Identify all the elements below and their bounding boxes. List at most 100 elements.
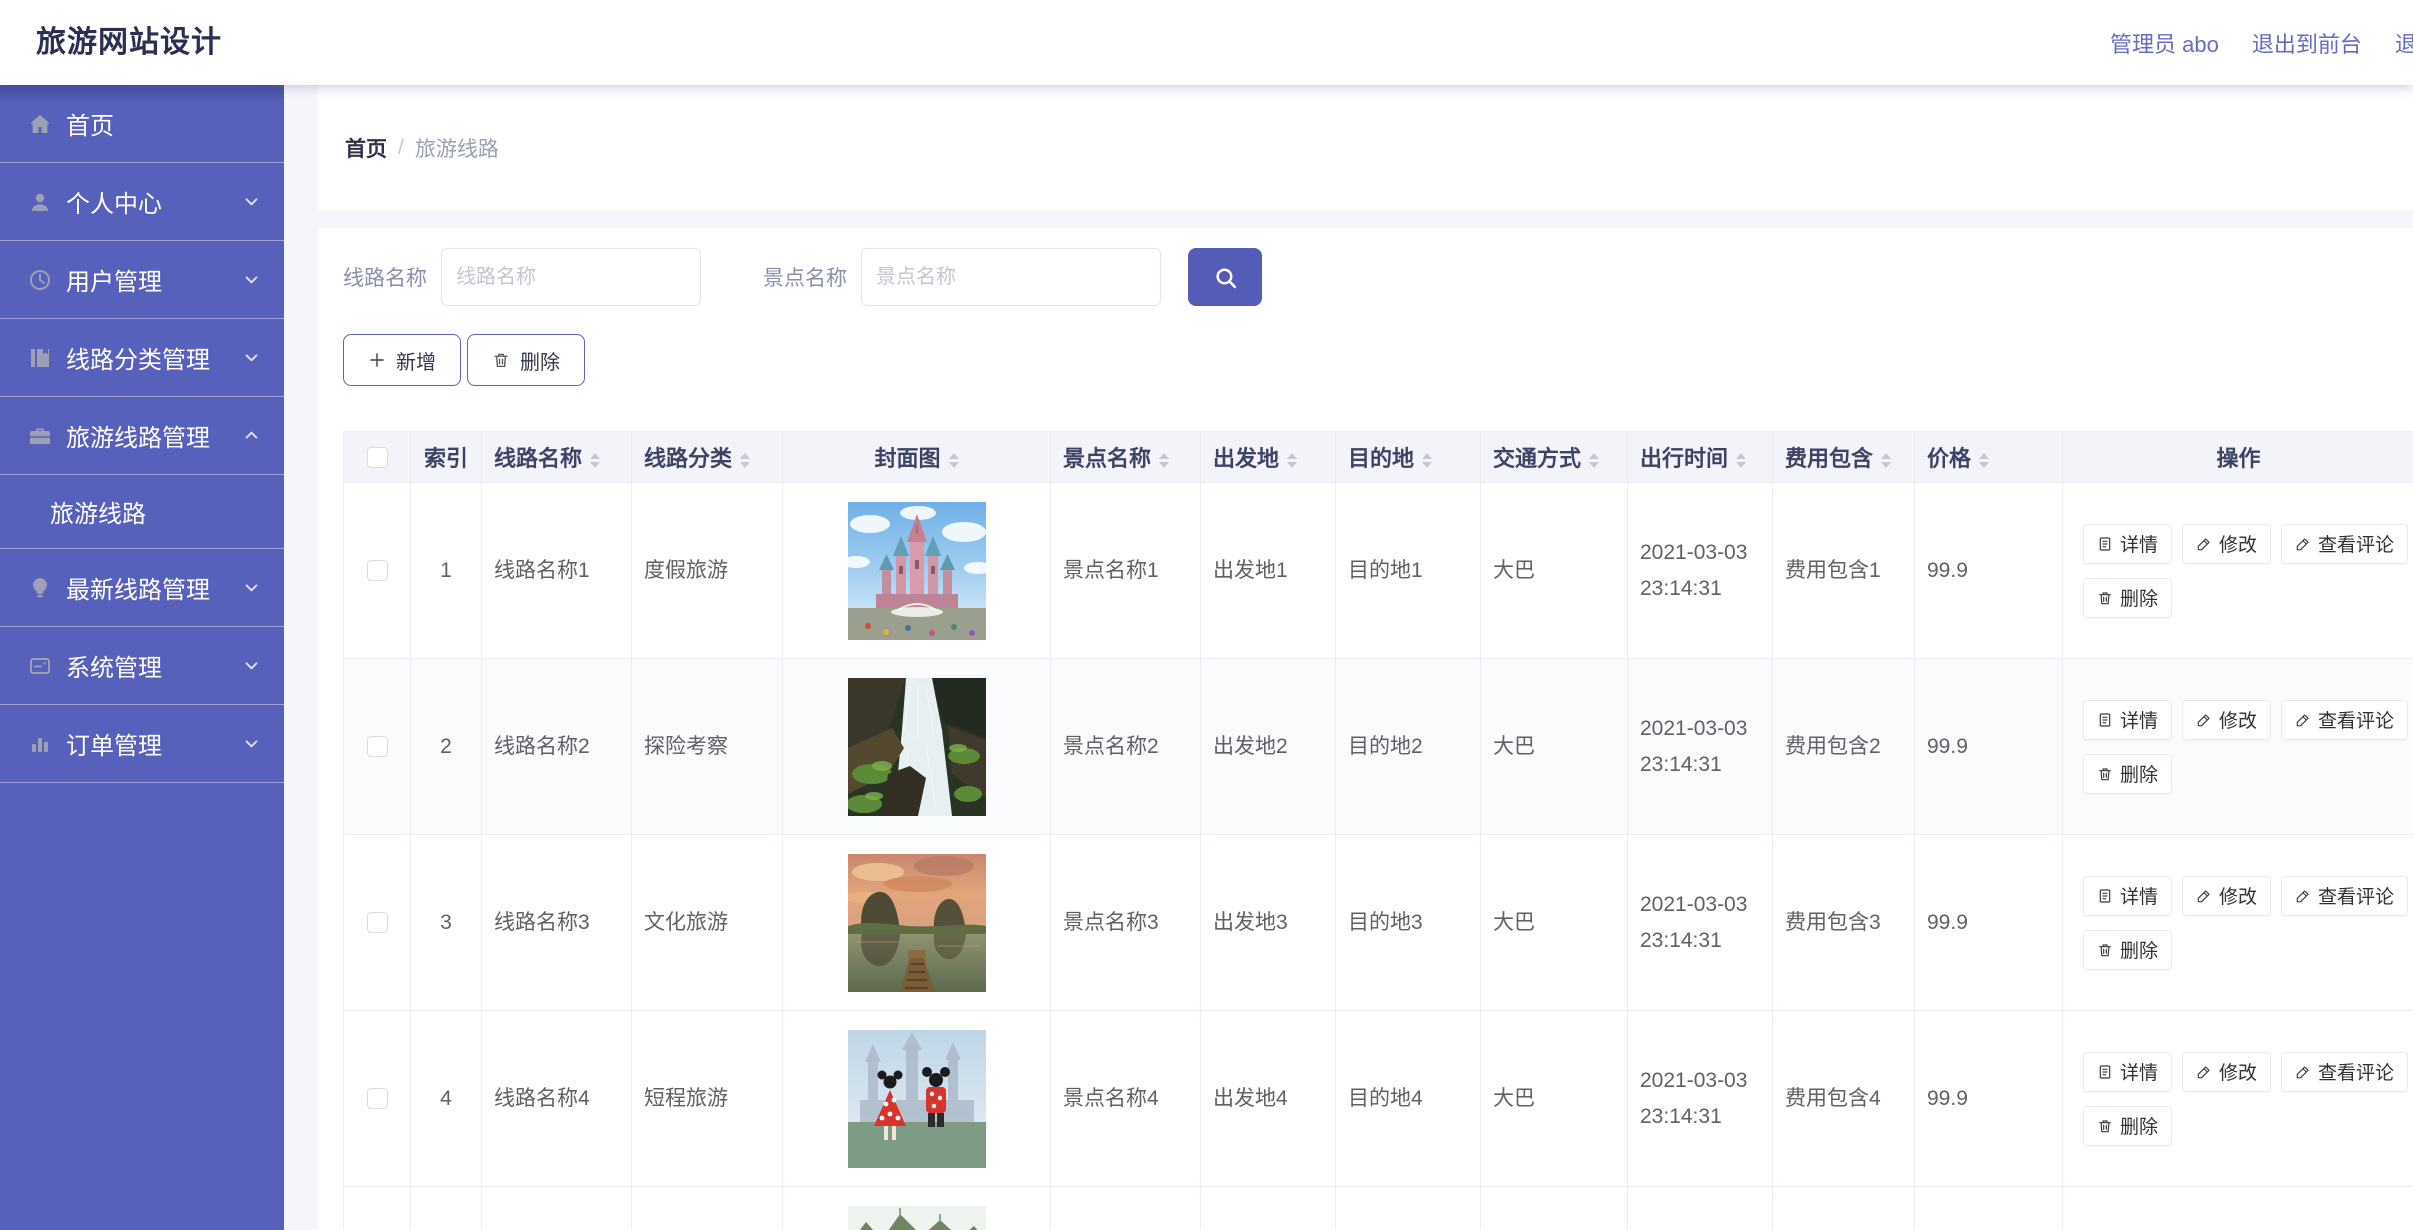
delete-button-label: 删除 xyxy=(2120,584,2158,611)
edit-button[interactable]: 修改 xyxy=(2182,876,2271,916)
detail-button[interactable]: 详情 xyxy=(2083,876,2172,916)
comments-button[interactable]: 查看评论 xyxy=(2281,700,2408,740)
sort-caret-icon[interactable] xyxy=(1287,453,1297,468)
cell-cover xyxy=(783,1011,1051,1187)
column-header-fee[interactable]: 费用包含 xyxy=(1773,432,1915,483)
edit-button-label: 修改 xyxy=(2219,530,2257,557)
sidebar-item-system-management[interactable]: 系统管理 xyxy=(0,627,284,705)
main-content: 首页 / 旅游线路 线路名称 景点名称 新增 xyxy=(284,85,2413,1230)
detail-button[interactable]: 详情 xyxy=(2083,1052,2172,1092)
delete-button[interactable]: 删除 xyxy=(2083,754,2172,794)
detail-button-label: 详情 xyxy=(2120,882,2158,909)
edit-button-label: 修改 xyxy=(2219,1058,2257,1085)
table-row: 3线路名称3文化旅游景点名称3出发地3目的地3大巴2021-03-03 23:1… xyxy=(344,835,2413,1011)
cell-name xyxy=(482,1187,632,1230)
trash-icon xyxy=(2097,1118,2113,1134)
admin-user-link[interactable]: 管理员 abo xyxy=(2110,27,2219,59)
comments-button[interactable]: 查看评论 xyxy=(2281,524,2408,564)
sort-caret-icon[interactable] xyxy=(1881,453,1891,468)
sidebar-item-travel-route-management[interactable]: 旅游线路管理 xyxy=(0,397,284,475)
sidebar-item-label: 系统管理 xyxy=(66,648,243,683)
column-header-label: 出发地 xyxy=(1213,446,1279,471)
column-header-depart[interactable]: 出发地 xyxy=(1201,432,1336,483)
edit-button[interactable]: 修改 xyxy=(2182,1052,2271,1092)
detail-button[interactable]: 详情 xyxy=(2083,700,2172,740)
column-header-name[interactable]: 线路名称 xyxy=(482,432,632,483)
delete-button[interactable]: 删除 xyxy=(2083,930,2172,970)
cell-time xyxy=(1628,1187,1773,1230)
sort-caret-icon[interactable] xyxy=(1159,453,1169,468)
sort-caret-icon[interactable] xyxy=(740,453,750,468)
cell-index: 2 xyxy=(411,659,482,835)
sidebar-item-home[interactable]: 首页 xyxy=(0,85,284,163)
sort-caret-icon[interactable] xyxy=(1979,453,1989,468)
logout-link[interactable]: 退出登录 xyxy=(2395,27,2413,59)
sort-caret-icon[interactable] xyxy=(590,453,600,468)
sidebar-item-profile[interactable]: 个人中心 xyxy=(0,163,284,241)
waterfall-cover-image xyxy=(783,678,1050,816)
cell-transport: 大巴 xyxy=(1481,1011,1628,1187)
clock-icon xyxy=(28,268,52,292)
column-header-label: 景点名称 xyxy=(1063,446,1151,471)
column-header-label: 费用包含 xyxy=(1785,446,1873,471)
edit-button[interactable]: 修改 xyxy=(2182,524,2271,564)
edit-button[interactable]: 修改 xyxy=(2182,700,2271,740)
cell-cover xyxy=(783,659,1051,835)
chevron-down-icon xyxy=(243,349,260,366)
sidebar-item-route-category-management[interactable]: 线路分类管理 xyxy=(0,319,284,397)
cell-category: 文化旅游 xyxy=(632,835,783,1011)
sidebar-item-latest-route-management[interactable]: 最新线路管理 xyxy=(0,549,284,627)
column-header-price[interactable]: 价格 xyxy=(1915,432,2063,483)
column-header-label: 价格 xyxy=(1927,446,1971,471)
column-header-cover[interactable]: 封面图 xyxy=(783,432,1051,483)
cell-time: 2021-03-03 23:14:31 xyxy=(1628,835,1773,1011)
column-header-transport[interactable]: 交通方式 xyxy=(1481,432,1628,483)
detail-button-label: 详情 xyxy=(2120,530,2158,557)
column-header-category[interactable]: 线路分类 xyxy=(632,432,783,483)
mountain-cover-image xyxy=(783,1206,1050,1230)
row-checkbox[interactable] xyxy=(367,560,388,581)
home-icon xyxy=(28,112,52,136)
sort-caret-icon[interactable] xyxy=(1589,453,1599,468)
column-header-spot[interactable]: 景点名称 xyxy=(1051,432,1201,483)
table-row: 2线路名称2探险考察景点名称2出发地2目的地2大巴2021-03-03 23:1… xyxy=(344,659,2413,835)
sidebar-item-order-management[interactable]: 订单管理 xyxy=(0,705,284,783)
mickey-minnie-cover-image xyxy=(783,1030,1050,1168)
delete-button[interactable]: 删除 xyxy=(2083,578,2172,618)
route-name-input[interactable] xyxy=(441,248,701,306)
comments-button-label: 查看评论 xyxy=(2318,706,2394,733)
edit-icon xyxy=(2196,888,2212,904)
select-all-checkbox[interactable] xyxy=(367,447,388,468)
sidebar-subitem-travel-routes[interactable]: 旅游线路 xyxy=(0,475,284,549)
exit-to-frontend-link[interactable]: 退出到前台 xyxy=(2252,27,2362,59)
comments-button[interactable]: 查看评论 xyxy=(2281,876,2408,916)
add-button[interactable]: 新增 xyxy=(343,334,461,386)
row-actions: 详情 修改查看评论删除 xyxy=(2083,1052,2413,1146)
cell-spot: 景点名称3 xyxy=(1051,835,1201,1011)
sidebar-nav: 首页个人中心用户管理线路分类管理旅游线路管理旅游线路最新线路管理系统管理订单管理 xyxy=(0,85,284,1230)
cell-ops: 详情修改 查看评论删除 xyxy=(2063,659,2413,835)
row-checkbox[interactable] xyxy=(367,736,388,757)
delete-button[interactable]: 删除 xyxy=(467,334,585,386)
cell-checkbox xyxy=(344,483,411,659)
spot-name-input[interactable] xyxy=(861,248,1161,306)
sidebar-item-user-management[interactable]: 用户管理 xyxy=(0,241,284,319)
sort-caret-icon[interactable] xyxy=(1736,453,1746,468)
delete-button[interactable]: 删除 xyxy=(2083,1106,2172,1146)
sort-caret-icon[interactable] xyxy=(1422,453,1432,468)
cell-spot xyxy=(1051,1187,1201,1230)
row-checkbox[interactable] xyxy=(367,1088,388,1109)
row-checkbox[interactable] xyxy=(367,912,388,933)
detail-button[interactable]: 详情 xyxy=(2083,524,2172,564)
column-header-time[interactable]: 出行时间 xyxy=(1628,432,1773,483)
sort-caret-icon[interactable] xyxy=(949,453,959,468)
chart-icon xyxy=(28,732,52,756)
breadcrumb-home[interactable]: 首页 xyxy=(345,133,387,163)
sidebar-item-label: 首页 xyxy=(66,106,260,141)
column-header-dest[interactable]: 目的地 xyxy=(1336,432,1481,483)
search-button[interactable] xyxy=(1188,248,1262,306)
cell-name: 线路名称3 xyxy=(482,835,632,1011)
comments-button[interactable]: 查看评论 xyxy=(2281,1052,2408,1092)
comments-button-label: 查看评论 xyxy=(2318,882,2394,909)
cell-name: 线路名称4 xyxy=(482,1011,632,1187)
